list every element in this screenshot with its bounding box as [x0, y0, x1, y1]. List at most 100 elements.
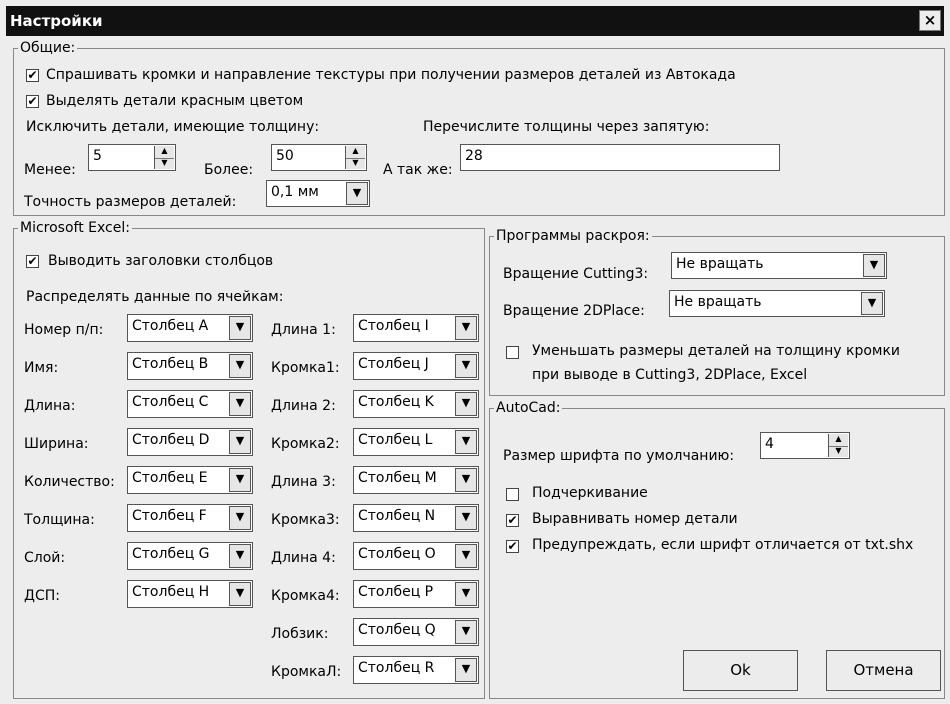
- font-size-spinner[interactable]: 4 ▲ ▼: [760, 432, 850, 459]
- more-value: 50: [276, 148, 294, 164]
- close-button[interactable]: ×: [919, 10, 941, 31]
- ok-button[interactable]: Ok: [683, 650, 798, 691]
- underline-checkbox[interactable]: [506, 488, 519, 501]
- right-column-select[interactable]: Столбец O ▼: [353, 542, 479, 570]
- chevron-down-icon[interactable]: ▼: [455, 316, 477, 340]
- left-label: Имя:: [24, 360, 59, 376]
- less-spin-buttons[interactable]: ▲ ▼: [154, 146, 174, 169]
- right-column-select[interactable]: Столбец M ▼: [353, 466, 479, 494]
- chevron-down-icon[interactable]: ▼: [455, 620, 477, 644]
- left-label: Номер п/п:: [24, 322, 104, 338]
- place2d-select[interactable]: Не вращать ▼: [669, 290, 885, 317]
- right-label: Длина 2:: [271, 398, 336, 414]
- chevron-down-icon[interactable]: ▼: [455, 430, 477, 454]
- right-label: Кромка3:: [271, 512, 340, 528]
- less-label: Менее:: [24, 162, 76, 178]
- chevron-down-icon[interactable]: ▼: [229, 354, 251, 378]
- column-select-value: Столбец N: [358, 508, 436, 524]
- chevron-down-icon[interactable]: ▼: [455, 544, 477, 568]
- less-spinner[interactable]: 5 ▲ ▼: [88, 144, 176, 171]
- spin-down-icon[interactable]: ▼: [346, 158, 365, 170]
- left-label: Толщина:: [24, 512, 95, 528]
- place2d-label: Вращение 2DPlace:: [503, 303, 645, 319]
- left-column-select[interactable]: Столбец G ▼: [127, 542, 253, 570]
- left-column-select[interactable]: Столбец C ▼: [127, 390, 253, 418]
- chevron-down-icon[interactable]: ▼: [455, 354, 477, 378]
- left-column-select[interactable]: Столбец D ▼: [127, 428, 253, 456]
- column-select-value: Столбец K: [358, 394, 434, 410]
- spin-down-icon[interactable]: ▼: [829, 446, 848, 458]
- left-label: ДСП:: [24, 588, 60, 604]
- precision-value: 0,1 мм: [271, 184, 319, 200]
- left-label: Длина:: [24, 398, 76, 414]
- ask-edges-checkbox[interactable]: ✔: [26, 69, 39, 82]
- chevron-down-icon[interactable]: ▼: [455, 468, 477, 492]
- right-column-select[interactable]: Столбец J ▼: [353, 352, 479, 380]
- cancel-button[interactable]: Отмена: [826, 650, 941, 691]
- also-label: А так же:: [383, 162, 453, 178]
- cutting3-value: Не вращать: [676, 256, 764, 272]
- chevron-down-icon[interactable]: ▼: [455, 506, 477, 530]
- more-spinner[interactable]: 50 ▲ ▼: [271, 144, 367, 171]
- right-column-select[interactable]: Столбец L ▼: [353, 428, 479, 456]
- chevron-down-icon[interactable]: ▼: [229, 506, 251, 530]
- font-size-spin-buttons[interactable]: ▲ ▼: [828, 434, 848, 457]
- chevron-down-icon[interactable]: ▼: [861, 292, 883, 315]
- right-column-select[interactable]: Столбец Q ▼: [353, 618, 479, 646]
- left-column-select[interactable]: Столбец H ▼: [127, 580, 253, 608]
- left-column-select[interactable]: Столбец A ▼: [127, 314, 253, 342]
- left-column-select[interactable]: Столбец E ▼: [127, 466, 253, 494]
- right-column-select[interactable]: Столбец R ▼: [353, 656, 479, 684]
- right-column-select[interactable]: Столбец P ▼: [353, 580, 479, 608]
- align-number-label: Выравнивать номер детали: [532, 511, 738, 527]
- cutting3-label: Вращение Cutting3:: [503, 266, 649, 282]
- right-label: Кромка1:: [271, 360, 340, 376]
- column-select-value: Столбец J: [358, 356, 429, 372]
- title-bar: Настройки ×: [6, 6, 944, 36]
- more-label: Более:: [204, 162, 254, 178]
- column-headers-label: Выводить заголовки столбцов: [48, 253, 274, 269]
- right-column-select[interactable]: Столбец I ▼: [353, 314, 479, 342]
- column-select-value: Столбец A: [132, 318, 209, 334]
- chevron-down-icon[interactable]: ▼: [455, 658, 477, 682]
- also-input[interactable]: 28: [460, 144, 780, 171]
- right-column-select[interactable]: Столбец K ▼: [353, 390, 479, 418]
- place2d-value: Не вращать: [674, 294, 762, 310]
- chevron-down-icon[interactable]: ▼: [455, 392, 477, 416]
- precision-select[interactable]: 0,1 мм ▼: [266, 180, 370, 207]
- settings-dialog: Настройки × Общие: ✔ Спрашивать кромки и…: [0, 0, 950, 704]
- left-label: Количество:: [24, 474, 115, 490]
- chevron-down-icon[interactable]: ▼: [229, 544, 251, 568]
- more-spin-buttons[interactable]: ▲ ▼: [345, 146, 365, 169]
- right-label: Кромка2:: [271, 436, 340, 452]
- warn-font-label: Предупреждать, если шрифт отличается от …: [532, 537, 914, 553]
- chevron-down-icon[interactable]: ▼: [229, 468, 251, 492]
- also-value: 28: [465, 148, 483, 164]
- chevron-down-icon[interactable]: ▼: [229, 582, 251, 606]
- right-label: КромкаЛ:: [271, 664, 342, 680]
- highlight-red-checkbox[interactable]: ✔: [26, 95, 39, 108]
- window-title: Настройки: [10, 12, 103, 30]
- column-select-value: Столбец R: [358, 660, 435, 676]
- column-select-value: Столбец Q: [358, 622, 436, 638]
- chevron-down-icon[interactable]: ▼: [229, 316, 251, 340]
- autocad-legend: AutoCad:: [494, 400, 563, 416]
- right-label: Кромка4:: [271, 588, 340, 604]
- left-label: Слой:: [24, 550, 66, 566]
- column-headers-checkbox[interactable]: ✔: [26, 255, 39, 268]
- left-column-select[interactable]: Столбец B ▼: [127, 352, 253, 380]
- warn-font-checkbox[interactable]: ✔: [506, 540, 519, 553]
- cutting3-select[interactable]: Не вращать ▼: [671, 252, 887, 279]
- reduce-size-checkbox[interactable]: [506, 346, 519, 359]
- left-column-select[interactable]: Столбец F ▼: [127, 504, 253, 532]
- right-column-select[interactable]: Столбец N ▼: [353, 504, 479, 532]
- align-number-checkbox[interactable]: ✔: [506, 514, 519, 527]
- spin-down-icon[interactable]: ▼: [155, 158, 174, 170]
- chevron-down-icon[interactable]: ▼: [229, 392, 251, 416]
- chevron-down-icon[interactable]: ▼: [346, 182, 368, 205]
- general-legend: Общие:: [18, 40, 78, 56]
- chevron-down-icon[interactable]: ▼: [863, 254, 885, 277]
- chevron-down-icon[interactable]: ▼: [455, 582, 477, 606]
- chevron-down-icon[interactable]: ▼: [229, 430, 251, 454]
- underline-label: Подчеркивание: [532, 485, 648, 501]
